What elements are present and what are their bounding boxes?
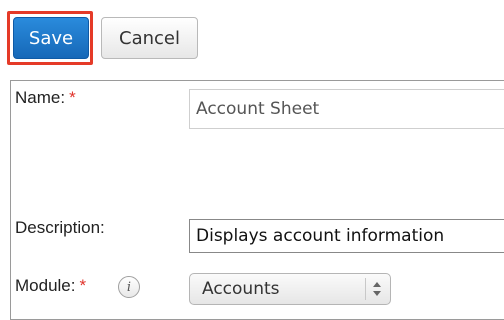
name-label-row: Name: * bbox=[15, 88, 76, 108]
description-input[interactable]: Displays account information bbox=[189, 219, 504, 253]
cancel-button[interactable]: Cancel bbox=[101, 17, 198, 59]
select-arrows-icon bbox=[373, 282, 381, 296]
module-required-star: * bbox=[79, 276, 87, 295]
module-label-row: Module: * bbox=[15, 276, 86, 296]
name-label: Name: bbox=[15, 88, 66, 107]
name-input[interactable]: Account Sheet bbox=[189, 89, 504, 129]
description-label: Description: bbox=[15, 218, 105, 237]
module-label: Module: bbox=[15, 276, 76, 295]
module-select-value: Accounts bbox=[202, 279, 280, 299]
select-divider bbox=[365, 278, 366, 300]
module-select[interactable]: Accounts bbox=[189, 273, 391, 305]
info-icon[interactable]: i bbox=[118, 276, 140, 298]
save-button[interactable]: Save bbox=[13, 17, 89, 59]
name-required-star: * bbox=[69, 88, 76, 107]
